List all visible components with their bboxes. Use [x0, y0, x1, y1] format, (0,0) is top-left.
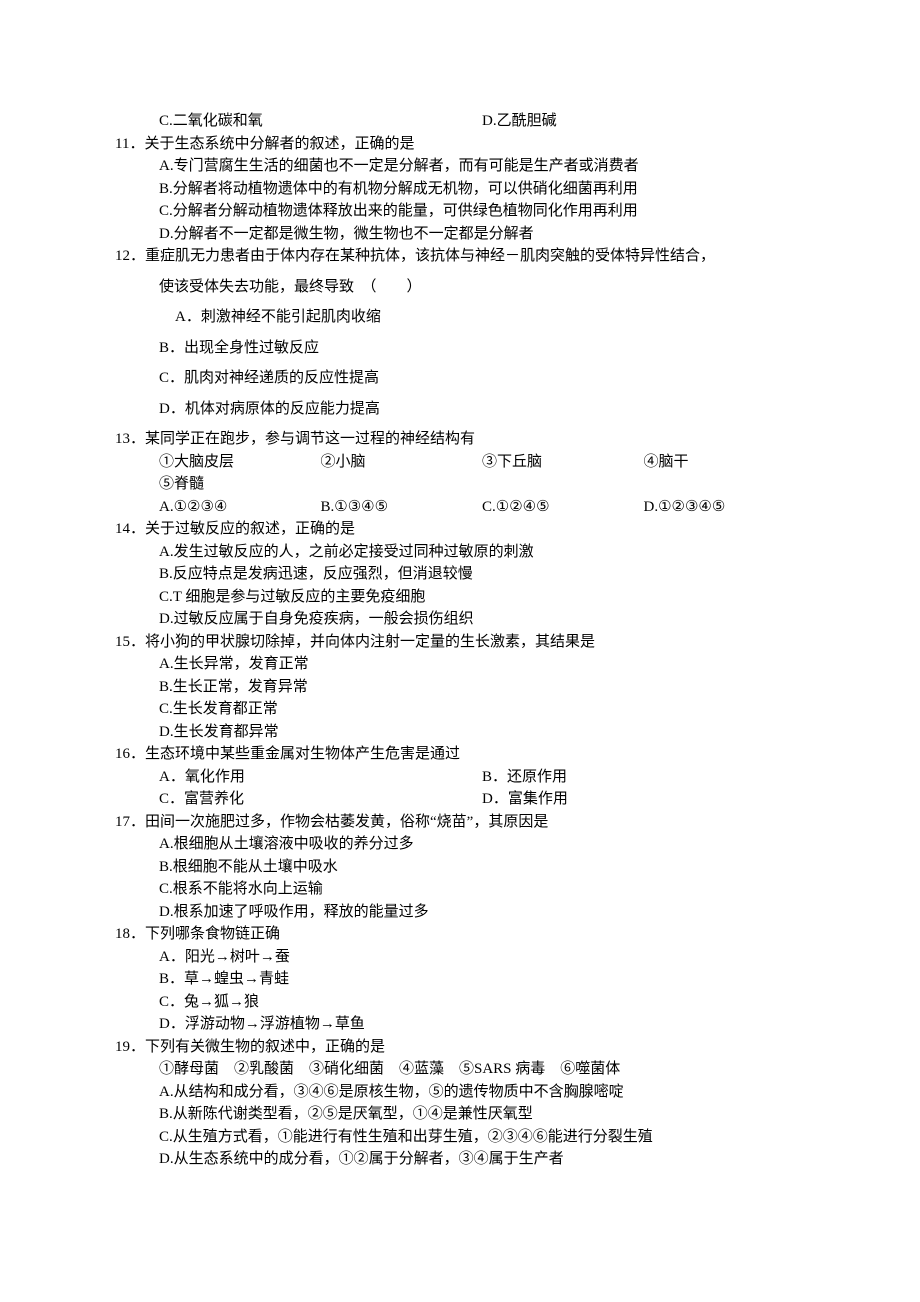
q10-option-c: C.二氧化碳和氧 — [159, 110, 482, 133]
q14-option-d: D.过敏反应属于自身免疫疾病，一般会损伤组织 — [115, 608, 805, 631]
q13-item-1: ①大脑皮层 — [159, 451, 321, 474]
q19-option-b: B.从新陈代谢类型看，②⑤是厌氧型，①④是兼性厌氧型 — [115, 1103, 805, 1126]
q13-item-3: ③下丘脑 — [482, 451, 644, 474]
q17-stem: 17．田间一次施肥过多，作物会枯萎发黄，俗称“烧苗”，其原因是 — [159, 811, 805, 834]
q17-option-d: D.根系加速了呼吸作用，释放的能量过多 — [115, 901, 805, 924]
q13-item-2: ②小脑 — [321, 451, 483, 474]
q15-option-b: B.生长正常，发育异常 — [115, 676, 805, 699]
q13: 13．某同学正在跑步，参与调节这一过程的神经结构有 ①大脑皮层 ②小脑 ③下丘脑… — [115, 428, 805, 518]
q18: 18．下列哪条食物链正确 A．阳光→树叶→蚕 B．草→蝗虫→青蛙 C．兔→狐→狼… — [115, 923, 805, 1036]
q15: 15．将小狗的甲状腺切除掉，并向体内注射一定量的生长激素，其结果是 A.生长异常… — [115, 631, 805, 744]
q13-option-a: A.①②③④ — [159, 496, 321, 519]
q13-option-d: D.①②③④⑤ — [644, 496, 806, 519]
q17-option-a: A.根细胞从土壤溶液中吸收的养分过多 — [115, 833, 805, 856]
q18-option-a: A．阳光→树叶→蚕 — [115, 946, 805, 969]
q16: 16．生态环境中某些重金属对生物体产生危害是通过 A．氧化作用 B．还原作用 C… — [115, 743, 805, 811]
q19: 19．下列有关微生物的叙述中，正确的是 ①酵母菌 ②乳酸菌 ③硝化细菌 ④蓝藻 … — [115, 1036, 805, 1171]
q13-option-b: B.①③④⑤ — [321, 496, 483, 519]
q15-option-a: A.生长异常，发育正常 — [115, 653, 805, 676]
q12: 12．重症肌无力患者由于体内存在某种抗体，该抗体与神经－肌肉突触的受体特异性结合… — [115, 245, 805, 420]
q16-option-a: A．氧化作用 — [159, 766, 482, 789]
q11-stem: 11．关于生态系统中分解者的叙述，正确的是 — [159, 133, 805, 156]
q13-options-row: A.①②③④ B.①③④⑤ C.①②④⑤ D.①②③④⑤ — [115, 496, 805, 519]
q17-option-c: C.根系不能将水向上运输 — [115, 878, 805, 901]
q14: 14．关于过敏反应的叙述，正确的是 A.发生过敏反应的人，之前必定接受过同种过敏… — [115, 518, 805, 631]
q13-item-4: ④脑干 — [644, 451, 806, 474]
q13-item-5: ⑤脊髓 — [115, 473, 805, 496]
q14-option-b: B.反应特点是发病迅速，反应强烈，但消退较慢 — [115, 563, 805, 586]
q18-option-d: D．浮游动物→浮游植物→草鱼 — [115, 1013, 805, 1036]
q19-option-c: C.从生殖方式看，①能进行有性生殖和出芽生殖，②③④⑥能进行分裂生殖 — [115, 1126, 805, 1149]
q19-items: ①酵母菌 ②乳酸菌 ③硝化细菌 ④蓝藻 ⑤SARS 病毒 ⑥噬菌体 — [115, 1058, 805, 1081]
q12-option-a: A．刺激神经不能引起肌肉收缩 — [115, 306, 805, 329]
q17: 17．田间一次施肥过多，作物会枯萎发黄，俗称“烧苗”，其原因是 A.根细胞从土壤… — [115, 811, 805, 924]
q14-stem: 14．关于过敏反应的叙述，正确的是 — [159, 518, 805, 541]
q17-option-b: B.根细胞不能从土壤中吸水 — [115, 856, 805, 879]
q12-option-d: D．机体对病原体的反应能力提高 — [115, 398, 805, 421]
q18-option-c: C．兔→狐→狼 — [115, 991, 805, 1014]
exam-page: C.二氧化碳和氧 D.乙酰胆碱 11．关于生态系统中分解者的叙述，正确的是 A.… — [0, 0, 920, 1302]
q15-option-c: C.生长发育都正常 — [115, 698, 805, 721]
q16-options-row1: A．氧化作用 B．还原作用 — [115, 766, 805, 789]
q11: 11．关于生态系统中分解者的叙述，正确的是 A.专门营腐生生活的细菌也不一定是分… — [115, 133, 805, 246]
q13-stem: 13．某同学正在跑步，参与调节这一过程的神经结构有 — [159, 428, 805, 451]
q19-option-a: A.从结构和成分看，③④⑥是原核生物，⑤的遗传物质中不含胸腺嘧啶 — [115, 1081, 805, 1104]
q12-stem: 12．重症肌无力患者由于体内存在某种抗体，该抗体与神经－肌肉突触的受体特异性结合… — [159, 245, 805, 268]
q13-option-c: C.①②④⑤ — [482, 496, 644, 519]
q12-option-c: C．肌肉对神经递质的反应性提高 — [115, 367, 805, 390]
q14-option-a: A.发生过敏反应的人，之前必定接受过同种过敏原的刺激 — [115, 541, 805, 564]
q11-option-b: B.分解者将动植物遗体中的有机物分解成无机物，可以供硝化细菌再利用 — [115, 178, 805, 201]
q18-stem: 18．下列哪条食物链正确 — [159, 923, 805, 946]
q11-option-c: C.分解者分解动植物遗体释放出来的能量，可供绿色植物同化作用再利用 — [115, 200, 805, 223]
q19-stem: 19．下列有关微生物的叙述中，正确的是 — [159, 1036, 805, 1059]
q12-stem-2: 使该受体失去功能，最终导致 （ ） — [115, 276, 805, 299]
q10-option-d: D.乙酰胆碱 — [482, 110, 805, 133]
q16-options-row2: C．富营养化 D．富集作用 — [115, 788, 805, 811]
q15-stem: 15．将小狗的甲状腺切除掉，并向体内注射一定量的生长激素，其结果是 — [159, 631, 805, 654]
q18-option-b: B．草→蝗虫→青蛙 — [115, 968, 805, 991]
q16-stem: 16．生态环境中某些重金属对生物体产生危害是通过 — [159, 743, 805, 766]
q16-option-c: C．富营养化 — [159, 788, 482, 811]
q14-option-c: C.T 细胞是参与过敏反应的主要免疫细胞 — [115, 586, 805, 609]
q19-option-d: D.从生态系统中的成分看，①②属于分解者，③④属于生产者 — [115, 1148, 805, 1171]
q15-option-d: D.生长发育都异常 — [115, 721, 805, 744]
q11-option-a: A.专门营腐生生活的细菌也不一定是分解者，而有可能是生产者或消费者 — [115, 155, 805, 178]
q12-option-b: B．出现全身性过敏反应 — [115, 337, 805, 360]
q13-items-row1: ①大脑皮层 ②小脑 ③下丘脑 ④脑干 — [115, 451, 805, 474]
q11-option-d: D.分解者不一定都是微生物，微生物也不一定都是分解者 — [115, 223, 805, 246]
q16-option-d: D．富集作用 — [482, 788, 805, 811]
q10-options-row: C.二氧化碳和氧 D.乙酰胆碱 — [115, 110, 805, 133]
q16-option-b: B．还原作用 — [482, 766, 805, 789]
